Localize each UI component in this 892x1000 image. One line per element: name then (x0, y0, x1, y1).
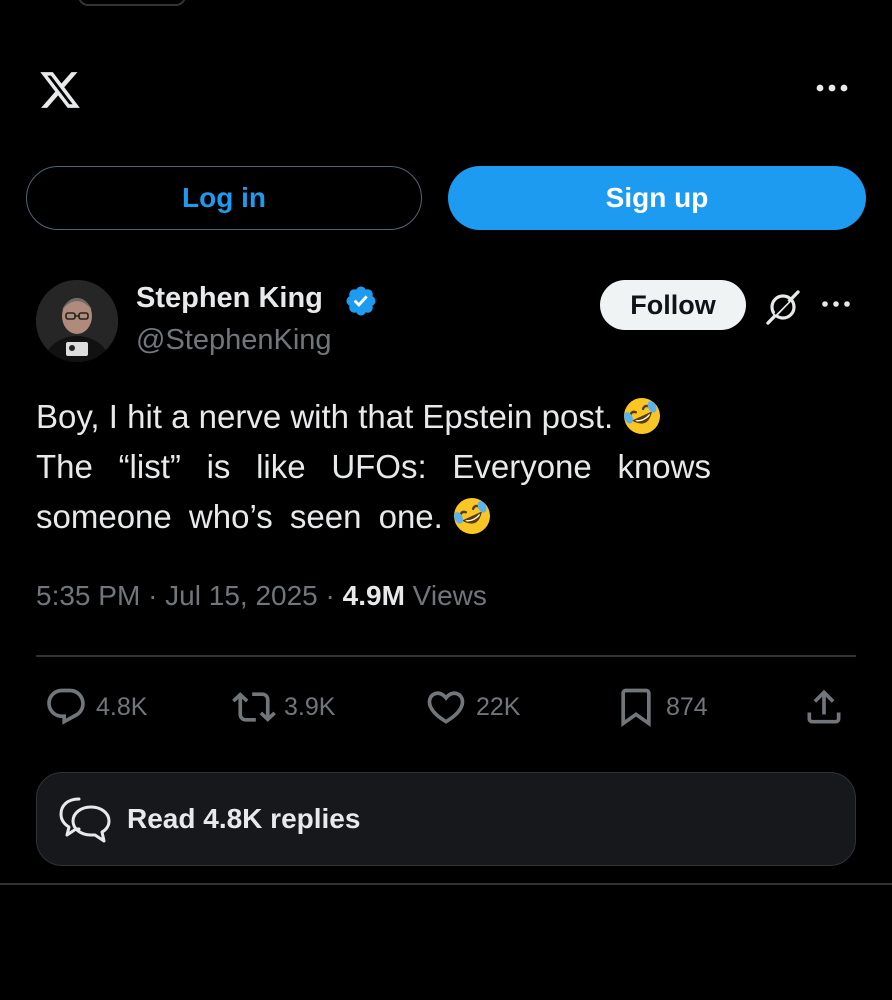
post-line-3: someone who’s seen one. (36, 492, 726, 542)
share-icon (807, 689, 841, 724)
meta-separator: · (325, 580, 335, 611)
verified-badge-icon (346, 286, 376, 316)
post-line-1-text: Boy, I hit a nerve with that Epstein pos… (36, 398, 614, 435)
read-replies-button[interactable]: Read 4.8K replies (36, 772, 856, 866)
views-count: 4.9M (342, 580, 405, 611)
meta-separator: · (148, 580, 158, 611)
post-date[interactable]: Jul 15, 2025 (165, 580, 318, 611)
post-line-2: The “list” is like UFOs: Everyone knows (36, 448, 711, 485)
views-label: Views (412, 580, 487, 611)
follow-button[interactable]: Follow (600, 280, 746, 330)
rofl-emoji-icon (624, 398, 661, 434)
post-meta: 5:35 PM · Jul 15, 2025 · 4.9M Views (36, 580, 487, 612)
more-horizontal-icon[interactable] (812, 76, 852, 100)
repost-icon (232, 692, 276, 722)
divider (36, 655, 856, 657)
bookmark-action[interactable]: 874 (614, 684, 708, 730)
bookmark-icon (621, 688, 651, 728)
status-pill (78, 0, 186, 6)
login-button[interactable]: Log in (26, 166, 422, 230)
avatar-portrait-icon (36, 280, 118, 362)
x-logo-icon[interactable] (36, 68, 84, 112)
grok-icon[interactable] (764, 288, 802, 326)
reply-action[interactable]: 4.8K (44, 684, 147, 730)
like-count: 22K (476, 692, 521, 721)
post-line-1: Boy, I hit a nerve with that Epstein pos… (36, 392, 726, 442)
like-action[interactable]: 22K (424, 684, 520, 730)
repost-count: 3.9K (284, 692, 336, 721)
bottom-divider (0, 883, 892, 885)
reply-count: 4.8K (96, 692, 148, 721)
reply-icon (47, 688, 85, 725)
bookmark-count: 874 (666, 692, 708, 721)
post-text: Boy, I hit a nerve with that Epstein pos… (36, 392, 726, 542)
avatar[interactable] (36, 280, 118, 362)
author-handle[interactable]: @StephenKing (136, 324, 332, 357)
share-action[interactable] (802, 684, 846, 730)
post-time[interactable]: 5:35 PM (36, 580, 140, 611)
signup-button[interactable]: Sign up (448, 166, 866, 230)
repost-action[interactable]: 3.9K (232, 684, 335, 730)
heart-icon (427, 691, 465, 724)
post-line-3-text: someone who’s seen one. (36, 498, 443, 535)
rofl-emoji-icon (453, 498, 490, 534)
post-more-icon[interactable] (818, 294, 854, 314)
author-name[interactable]: Stephen King (136, 282, 323, 315)
read-replies-label: Read 4.8K replies (127, 803, 361, 834)
replies-bubbles-icon (59, 797, 111, 843)
